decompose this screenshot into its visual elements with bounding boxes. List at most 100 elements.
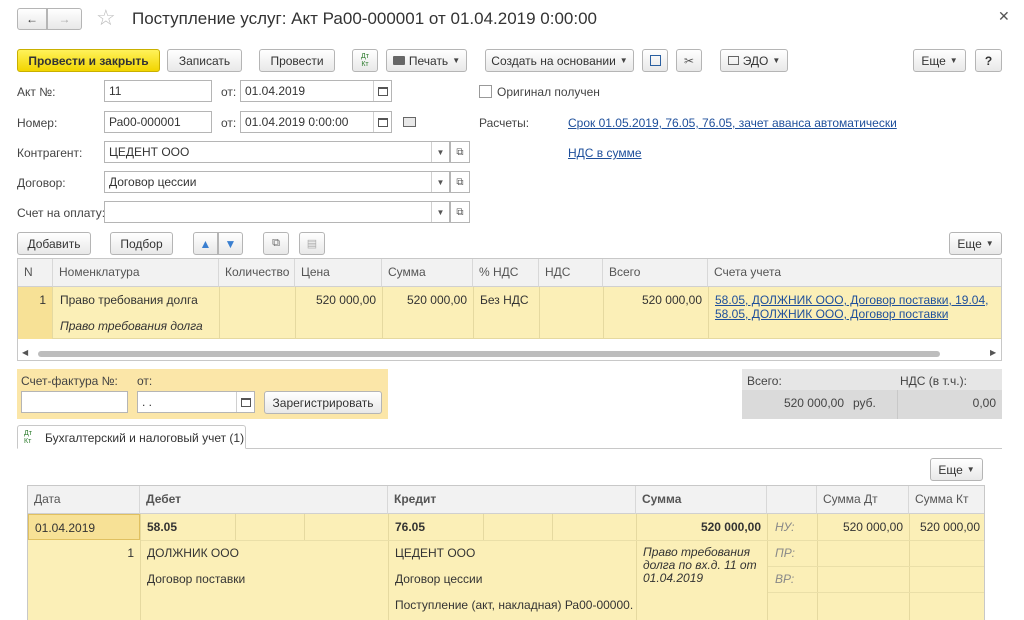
vat-link[interactable]: НДС в сумме — [568, 146, 642, 160]
arrow-up-icon: ▲ — [199, 236, 212, 251]
col-header-accounts[interactable]: Счета учета — [708, 259, 1001, 287]
col-header-qty[interactable]: Количество — [219, 259, 295, 287]
favorite-star-icon[interactable]: ☆ — [96, 6, 116, 30]
col-header-debit[interactable]: Дебет — [140, 486, 388, 514]
dtkt-report-button[interactable]: Дт Кт — [352, 49, 378, 72]
help-button[interactable]: ? — [975, 49, 1002, 72]
item-name[interactable]: Право требования долга — [60, 293, 198, 307]
dropdown-caret-icon: ▼ — [619, 56, 628, 65]
col-header-credit[interactable]: Кредит — [388, 486, 636, 514]
total-label: Всего: — [747, 374, 782, 388]
col-header-date[interactable]: Дата — [28, 486, 140, 514]
number-field[interactable]: Ра00-000001 — [104, 111, 212, 133]
credit-subconto-1[interactable]: ЦЕДЕНТ ООО — [395, 546, 475, 560]
post-and-close-button[interactable]: Провести и закрыть — [17, 49, 160, 72]
move-down-button[interactable]: ▼ — [218, 232, 243, 255]
debit-account[interactable]: 58.05 — [147, 520, 177, 534]
col-header-type[interactable] — [767, 486, 817, 514]
nu-label: НУ: — [775, 520, 795, 534]
col-header-item[interactable]: Номенклатура — [53, 259, 219, 287]
col-header-sum-kt[interactable]: Сумма Кт — [909, 486, 984, 514]
sum-kt-cell[interactable]: 520 000,00 — [909, 520, 980, 534]
table-row[interactable]: 01.04.2019 1 58.05 ДОЛЖНИК ООО Договор п… — [28, 514, 984, 620]
print-button[interactable]: Печать ▼ — [386, 49, 467, 72]
more-button[interactable]: Еще ▼ — [913, 49, 966, 72]
post-button[interactable]: Провести — [259, 49, 335, 72]
dropdown-caret-icon: ▼ — [966, 465, 975, 474]
col-header-vat[interactable]: НДС — [539, 259, 603, 287]
scroll-left-icon[interactable]: ◀ — [22, 348, 28, 357]
posting-content[interactable]: Право требования долга по вх.д. 11 от 01… — [643, 546, 761, 585]
invoice-date-field[interactable]: . . — [137, 391, 255, 413]
col-header-vat-rate[interactable]: % НДС — [473, 259, 539, 287]
add-row-button[interactable]: Добавить — [17, 232, 91, 255]
counterparty-field[interactable]: ЦЕДЕНТ ООО ▼ — [104, 141, 450, 163]
table-row[interactable]: 1 Право требования долга Право требовани… — [18, 287, 1001, 339]
postings-more-button[interactable]: Еще ▼ — [930, 458, 983, 481]
price-cell[interactable]: 520 000,00 — [295, 293, 376, 307]
invoice-field[interactable]: ▼ — [104, 201, 450, 223]
credit-subconto-2[interactable]: Договор цессии — [395, 572, 482, 586]
col-header-n[interactable]: N — [18, 259, 53, 287]
total-cell[interactable]: 520 000,00 — [603, 293, 702, 307]
contract-field[interactable]: Договор цессии ▼ — [104, 171, 450, 193]
col-header-sum-dt[interactable]: Сумма Дт — [817, 486, 909, 514]
register-invoice-button[interactable]: Зарегистрировать — [264, 391, 382, 414]
original-received-label: Оригинал получен — [497, 85, 600, 99]
row-number: 1 — [18, 287, 53, 339]
tab-accounting[interactable]: Дт Кт Бухгалтерский и налоговый учет (1) — [17, 425, 246, 449]
settlements-label: Расчеты: — [479, 116, 530, 130]
settlements-link[interactable]: Срок 01.05.2019, 76.05, 76.05, зачет ава… — [568, 116, 897, 130]
edo-button[interactable]: ЭДО ▼ — [720, 49, 788, 72]
vat-rate-cell[interactable]: Без НДС — [480, 293, 529, 307]
forward-button[interactable]: → — [47, 8, 82, 30]
col-header-total[interactable]: Всего — [603, 259, 708, 287]
chevron-down-icon[interactable]: ▼ — [431, 142, 449, 162]
col-header-price[interactable]: Цена — [295, 259, 382, 287]
credit-subconto-3[interactable]: Поступление (акт, накладная) Ра00-00000.… — [395, 598, 633, 612]
debit-subconto-1[interactable]: ДОЛЖНИК ООО — [147, 546, 239, 560]
scroll-right-icon[interactable]: ▶ — [990, 348, 996, 357]
open-contract-button[interactable]: ⧉ — [450, 171, 470, 193]
open-counterparty-button[interactable]: ⧉ — [450, 141, 470, 163]
structure-button[interactable] — [642, 49, 668, 72]
col-header-sum[interactable]: Сумма — [382, 259, 473, 287]
dropdown-caret-icon: ▼ — [949, 56, 958, 65]
act-no-field[interactable]: 11 — [104, 80, 212, 102]
col-header-sum[interactable]: Сумма — [636, 486, 767, 514]
change-history-icon[interactable] — [403, 117, 416, 127]
back-button[interactable]: ← — [17, 8, 47, 30]
open-icon: ⧉ — [456, 146, 464, 158]
create-based-on-button[interactable]: Создать на основании ▼ — [485, 49, 634, 72]
calendar-icon[interactable] — [236, 392, 254, 412]
original-received-checkbox[interactable] — [479, 85, 492, 98]
pr-label: ПР: — [775, 546, 795, 560]
doc-datetime-field[interactable]: 01.04.2019 0:00:00 — [240, 111, 392, 133]
accounts-link-2[interactable]: 58.05, ДОЛЖНИК ООО, Договор поставки — [715, 307, 948, 321]
accounts-link-1[interactable]: 58.05, ДОЛЖНИК ООО, Договор поставки, 19… — [715, 293, 988, 307]
posting-date[interactable]: 01.04.2019 — [28, 514, 140, 540]
attach-button[interactable]: ✂ — [676, 49, 702, 72]
act-date-field[interactable]: 01.04.2019 — [240, 80, 392, 102]
doc-date-label: от: — [221, 116, 237, 130]
copy-row-button[interactable]: ⧉ — [263, 232, 289, 255]
calendar-icon[interactable] — [373, 81, 391, 101]
sum-dt-cell[interactable]: 520 000,00 — [817, 520, 903, 534]
chevron-down-icon[interactable]: ▼ — [431, 202, 449, 222]
move-up-button[interactable]: ▲ — [193, 232, 218, 255]
scrollbar-thumb[interactable] — [38, 351, 940, 357]
credit-account[interactable]: 76.05 — [395, 520, 425, 534]
debit-subconto-2[interactable]: Договор поставки — [147, 572, 245, 586]
posting-sum[interactable]: 520 000,00 — [636, 520, 761, 534]
goods-more-button[interactable]: Еще ▼ — [949, 232, 1002, 255]
save-button[interactable]: Записать — [167, 49, 242, 72]
calendar-icon[interactable] — [373, 112, 391, 132]
open-invoice-button[interactable]: ⧉ — [450, 201, 470, 223]
invoice-number-field[interactable] — [21, 391, 128, 413]
pick-button[interactable]: Подбор — [110, 232, 173, 255]
chevron-down-icon[interactable]: ▼ — [431, 172, 449, 192]
close-icon[interactable]: ✕ — [998, 8, 1010, 25]
paste-button[interactable]: ▤ — [299, 232, 325, 255]
sum-cell[interactable]: 520 000,00 — [382, 293, 467, 307]
horizontal-scrollbar[interactable]: ◀ ▶ — [18, 347, 1001, 359]
